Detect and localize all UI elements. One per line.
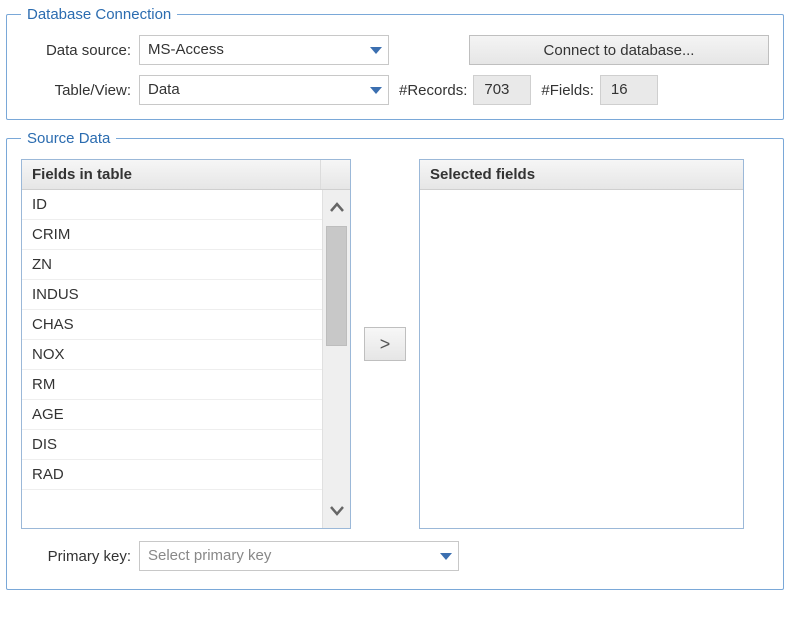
source-data-group: Source Data Fields in table IDCRIMZNINDU… [6,130,784,590]
chevron-down-icon [432,542,458,570]
selected-items-container [420,190,743,528]
primary-key-combo[interactable]: Select primary key [139,541,459,571]
list-item[interactable]: RM [22,370,322,400]
records-label: #Records: [399,82,467,99]
data-source-combo[interactable]: MS-Access [139,35,389,65]
chevron-down-icon [362,76,388,104]
selected-fields-header: Selected fields [420,160,743,190]
fields-items-container: IDCRIMZNINDUSCHASNOXRMAGEDISRAD [22,190,322,528]
list-item[interactable]: CHAS [22,310,322,340]
chevron-down-icon [362,36,388,64]
fields-in-table-header: Fields in table [22,160,350,190]
primary-key-placeholder: Select primary key [140,542,432,570]
data-source-label: Data source: [21,42,139,59]
scroll-down-button[interactable] [323,492,350,528]
list-item[interactable]: DIS [22,430,322,460]
data-source-row: Data source: MS-Access Connect to databa… [21,35,769,65]
list-item[interactable]: CRIM [22,220,322,250]
list-item[interactable]: ZN [22,250,322,280]
database-connection-group: Database Connection Data source: MS-Acce… [6,6,784,120]
table-view-combo[interactable]: Data [139,75,389,105]
database-connection-legend: Database Connection [21,6,177,23]
table-view-label: Table/View: [21,82,139,99]
field-lists-container: Fields in table IDCRIMZNINDUSCHASNOXRMAG… [21,159,769,529]
selected-fields-listbox[interactable]: Selected fields [419,159,744,529]
transfer-column: > [351,159,419,529]
list-item[interactable]: INDUS [22,280,322,310]
source-data-legend: Source Data [21,130,116,147]
records-value: 703 [473,75,531,105]
list-item[interactable]: NOX [22,340,322,370]
fields-label: #Fields: [541,82,594,99]
scroll-track[interactable] [323,226,350,492]
scroll-up-button[interactable] [323,190,350,226]
primary-key-label: Primary key: [21,548,139,565]
table-view-row: Table/View: Data #Records: 703 #Fields: … [21,75,769,105]
column-resize-handle[interactable] [320,160,350,189]
move-right-button[interactable]: > [364,327,406,361]
data-source-value: MS-Access [140,36,362,64]
list-item[interactable]: RAD [22,460,322,490]
chevron-down-icon [329,502,345,518]
primary-key-row: Primary key: Select primary key [21,541,769,571]
chevron-up-icon [329,200,345,216]
fields-value: 16 [600,75,658,105]
fields-in-table-listbox[interactable]: Fields in table IDCRIMZNINDUSCHASNOXRMAG… [21,159,351,529]
list-item[interactable]: ID [22,190,322,220]
table-view-value: Data [140,76,362,104]
scroll-thumb[interactable] [326,226,347,346]
fields-scrollbar[interactable] [322,190,350,528]
connect-to-database-button[interactable]: Connect to database... [469,35,769,65]
list-item[interactable]: AGE [22,400,322,430]
